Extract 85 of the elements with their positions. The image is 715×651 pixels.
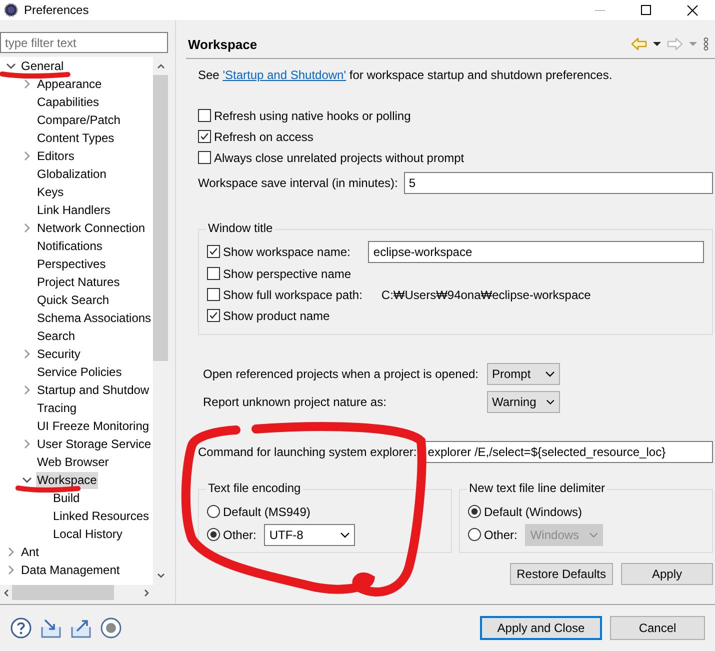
checkbox[interactable] [207,267,220,280]
tree-item[interactable]: Local History [52,526,124,542]
caret-icon [545,371,555,377]
tree-item[interactable]: Search [36,328,76,344]
tree-item[interactable]: Content Types [36,130,116,146]
tree-item[interactable]: User Storage Service [36,436,152,452]
page-title: Workspace [188,36,258,52]
radio-label: Other: [223,528,256,542]
interval-field[interactable]: 5 [404,172,713,194]
close-icon[interactable] [686,4,698,16]
checkbox[interactable] [198,109,211,122]
window-title: Preferences [24,3,90,17]
help-icon[interactable] [10,617,32,639]
checkbox[interactable] [207,309,220,322]
checkbox[interactable] [198,130,211,143]
tree-item[interactable]: Data Management [20,562,121,578]
tree-item[interactable]: Ant [20,544,40,560]
maximize-icon[interactable] [641,5,651,15]
tree-item[interactable]: Globalization [36,166,108,182]
explorer-command-field[interactable]: explorer /E,/select=${selected_resource_loc} [422,441,713,463]
tree-item[interactable]: Startup and Shutdow [36,382,150,398]
encoding-dropdown[interactable]: UTF-8 [264,524,356,546]
tree-item[interactable]: Tracing [36,400,78,416]
tree-item[interactable]: Keys [36,184,65,200]
workspace-path: C:₩Users₩94ona₩eclipse-workspace [381,288,591,302]
tree-item[interactable]: Linked Resources [52,508,150,524]
checkbox[interactable] [207,245,220,258]
radio-button[interactable] [207,528,220,541]
tree-item[interactable]: General [20,58,65,74]
radio-label: Default (MS949) [223,504,310,518]
combo-label: Open referenced projects when a project is opened: [203,367,480,381]
intro-text: See 'Startup and Shutdown' for workspace startup and shutdown preferences. [198,67,614,83]
import-icon[interactable] [40,617,62,639]
group-title: Text file encoding [206,481,303,495]
checkbox-label: Show perspective name [223,266,352,280]
workspace-name-field[interactable]: eclipse-workspace [368,240,704,262]
checkbox-label: Show full workspace path: [223,288,362,302]
caret-icon [340,532,350,538]
caret-icon [546,399,555,405]
group-title: New text file line delimiter [467,481,608,495]
checkbox-label: Show workspace name: [223,244,350,258]
checkbox-label: Always close unrelated projects without prompt [214,150,464,164]
tree-item[interactable]: Appearance [36,76,103,92]
group-title: Window title [206,221,275,235]
dropdown[interactable]: Warning [487,391,560,413]
dropdown[interactable]: Prompt [487,363,560,385]
tree-item[interactable]: UI Freeze Monitoring [36,418,150,434]
checkbox[interactable] [198,151,211,164]
caret-icon [589,532,598,538]
tree-item[interactable]: Perspectives [36,256,107,272]
tree-item[interactable]: Project Natures [36,274,121,290]
checkbox-label: Refresh on access [214,130,314,144]
page-button[interactable]: Restore Defaults [510,563,613,585]
field-label: Workspace save interval (in minutes): [198,176,398,190]
radio-button[interactable] [468,505,481,518]
tree-item[interactable]: Schema Associations [36,310,152,326]
tree-item[interactable]: Service Policies [36,364,123,380]
tree-item[interactable]: Notifications [36,238,104,254]
checkbox-label: Refresh using native hooks or polling [214,108,411,122]
tree-item[interactable]: Editors [36,148,76,164]
tree-item[interactable]: Security [36,346,82,362]
tree-item[interactable]: Link Handlers [36,202,112,218]
tree-item[interactable]: Capabilities [36,94,100,110]
radio-button[interactable] [207,505,220,518]
page-button[interactable]: Apply [621,563,713,585]
tree-item[interactable]: Workspace [36,472,98,488]
field-label: Command for launching system explorer: [198,445,417,459]
dialog-button[interactable]: Apply and Close [480,616,602,640]
checkbox[interactable] [207,288,220,301]
tree-item[interactable]: Quick Search [36,292,110,308]
combo-label: Report unknown project nature as: [203,395,388,409]
tree-item[interactable]: Web Browser [36,454,110,470]
radio-label: Other: [484,528,518,542]
record-icon[interactable] [100,617,122,639]
tree-item[interactable]: Compare/Patch [36,112,122,128]
export-icon[interactable] [70,617,92,639]
more-options-icon[interactable] [703,37,709,51]
checkbox-label: Show product name [223,308,330,322]
dialog-button[interactable]: Cancel [610,616,705,640]
tree-item[interactable]: Network Connection [36,220,146,236]
radio-label: Default (Windows) [484,504,582,518]
startup-shutdown-link[interactable]: 'Startup and Shutdown' [222,68,346,82]
tree-item[interactable]: Build [52,490,81,506]
filter-field[interactable]: type filter text [0,32,168,53]
gear-icon [4,3,18,17]
